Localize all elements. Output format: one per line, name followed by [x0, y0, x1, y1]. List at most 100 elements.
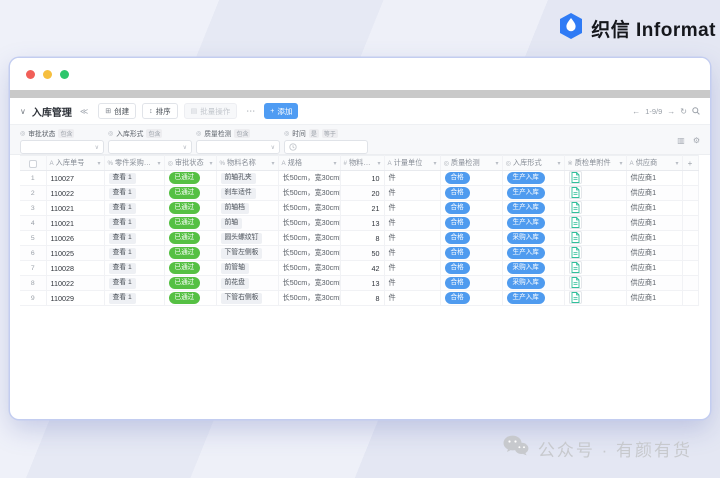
supplier-cell[interactable]: 供应商1: [626, 231, 682, 246]
row-number[interactable]: 8: [20, 276, 46, 291]
column-header-0[interactable]: A 入库单号 ▾: [46, 156, 104, 171]
attachment-file-icon[interactable]: [569, 276, 582, 289]
column-menu-icon[interactable]: ▾: [675, 160, 678, 167]
material-tag[interactable]: 前管轴: [221, 263, 249, 274]
order-number-cell[interactable]: 110021: [46, 201, 104, 216]
more-actions-button[interactable]: ⋯: [243, 106, 258, 117]
material-tag[interactable]: 前轴孔夹: [221, 173, 256, 184]
spec-cell[interactable]: 长50cm，宽30cm的SY1: [278, 276, 340, 291]
spec-cell[interactable]: 长50cm，宽30cm的SY1: [278, 246, 340, 261]
filter-date-input[interactable]: [284, 140, 368, 154]
batch-actions-button[interactable]: ▤ 批量操作: [184, 103, 238, 119]
row-number[interactable]: 2: [20, 186, 46, 201]
quantity-cell[interactable]: 13: [340, 276, 384, 291]
row-number[interactable]: 4: [20, 216, 46, 231]
view-plan-button[interactable]: 查看 1: [109, 278, 136, 289]
column-header-9[interactable]: ※ 质检单附件 ▾: [564, 156, 626, 171]
row-number[interactable]: 1: [20, 171, 46, 186]
column-header-4[interactable]: A 规格 ▾: [278, 156, 340, 171]
filter-select[interactable]: ∨: [20, 140, 104, 154]
close-window-button[interactable]: [26, 70, 35, 79]
column-header-6[interactable]: A 计量单位 ▾: [384, 156, 440, 171]
attachment-file-icon[interactable]: [569, 201, 582, 214]
unit-cell[interactable]: 件: [384, 201, 440, 216]
order-number-cell[interactable]: 110021: [46, 216, 104, 231]
filter-select[interactable]: ∨: [196, 140, 280, 154]
column-config-icon[interactable]: ▥: [677, 137, 685, 145]
spec-cell[interactable]: 长50cm，宽30cm的SY1: [278, 291, 340, 306]
row-number[interactable]: 7: [20, 261, 46, 276]
collapse-chevron-icon[interactable]: ∨: [20, 107, 26, 116]
material-tag[interactable]: 前花盘: [221, 278, 249, 289]
view-plan-button[interactable]: 查看 1: [109, 263, 136, 274]
column-header-1[interactable]: % 零件采购计划 ▾: [104, 156, 164, 171]
material-tag[interactable]: 下管右侧板: [221, 293, 263, 304]
row-number[interactable]: 3: [20, 201, 46, 216]
spec-cell[interactable]: 长50cm，宽30cm的SY1: [278, 216, 340, 231]
spec-cell[interactable]: 长50cm，宽30cm的SY1: [278, 231, 340, 246]
spec-cell[interactable]: 长50cm，宽30cm的SY1: [278, 186, 340, 201]
order-number-cell[interactable]: 110028: [46, 261, 104, 276]
quantity-cell[interactable]: 42: [340, 261, 384, 276]
order-number-cell[interactable]: 110025: [46, 246, 104, 261]
view-plan-button[interactable]: 查看 1: [109, 233, 136, 244]
view-plan-button[interactable]: 查看 1: [109, 248, 136, 259]
gear-icon[interactable]: ⚙: [693, 137, 700, 145]
filter-operator[interactable]: 包含: [146, 129, 162, 138]
quantity-cell[interactable]: 21: [340, 201, 384, 216]
select-all-checkbox[interactable]: [29, 160, 37, 168]
attachment-file-icon[interactable]: [569, 186, 582, 199]
create-button[interactable]: ⊞ 创建: [98, 103, 136, 119]
unit-cell[interactable]: 件: [384, 261, 440, 276]
column-menu-icon[interactable]: ▾: [209, 160, 212, 167]
column-header-3[interactable]: % 物料名称 ▾: [216, 156, 278, 171]
search-icon[interactable]: [692, 107, 700, 115]
column-header-8[interactable]: ◎ 入库形式 ▾: [502, 156, 564, 171]
order-number-cell[interactable]: 110027: [46, 171, 104, 186]
attachment-file-icon[interactable]: [569, 261, 582, 274]
material-tag[interactable]: 前轴档: [221, 203, 249, 214]
attachment-file-icon[interactable]: [569, 171, 582, 184]
quantity-cell[interactable]: 10: [340, 171, 384, 186]
material-tag[interactable]: 刹车适件: [221, 188, 256, 199]
attachment-file-icon[interactable]: [569, 216, 582, 229]
prev-page-button[interactable]: ←: [632, 107, 640, 116]
supplier-cell[interactable]: 供应商1: [626, 171, 682, 186]
spec-cell[interactable]: 长50cm，宽30cm的SY1: [278, 171, 340, 186]
view-plan-button[interactable]: 查看 1: [109, 218, 136, 229]
filter-operator[interactable]: 是: [309, 129, 319, 138]
filter-operator[interactable]: 包含: [58, 129, 74, 138]
quantity-cell[interactable]: 8: [340, 291, 384, 306]
column-menu-icon[interactable]: ▾: [433, 160, 436, 167]
quantity-cell[interactable]: 50: [340, 246, 384, 261]
filter-operator[interactable]: 等于: [322, 129, 338, 138]
column-menu-icon[interactable]: ▾: [619, 160, 622, 167]
attachment-file-icon[interactable]: [569, 291, 582, 304]
supplier-cell[interactable]: 供应商1: [626, 186, 682, 201]
row-number[interactable]: 5: [20, 231, 46, 246]
supplier-cell[interactable]: 供应商1: [626, 216, 682, 231]
supplier-cell[interactable]: 供应商1: [626, 276, 682, 291]
add-column-button[interactable]: +: [682, 156, 698, 171]
column-menu-icon[interactable]: ▾: [157, 160, 160, 167]
unit-cell[interactable]: 件: [384, 186, 440, 201]
view-plan-button[interactable]: 查看 1: [109, 188, 136, 199]
supplier-cell[interactable]: 供应商1: [626, 261, 682, 276]
filter-select[interactable]: ∨: [108, 140, 192, 154]
material-tag[interactable]: 前轴: [221, 218, 243, 229]
column-header-10[interactable]: A 供应商 ▾: [626, 156, 682, 171]
column-menu-icon[interactable]: ▾: [271, 160, 274, 167]
filter-operator[interactable]: 包含: [234, 129, 250, 138]
unit-cell[interactable]: 件: [384, 246, 440, 261]
row-number[interactable]: 9: [20, 291, 46, 306]
maximize-window-button[interactable]: [60, 70, 69, 79]
spec-cell[interactable]: 长50cm，宽30cm的SY1: [278, 261, 340, 276]
order-number-cell[interactable]: 110022: [46, 186, 104, 201]
material-tag[interactable]: 下管左侧板: [221, 248, 263, 259]
next-page-button[interactable]: →: [667, 107, 675, 116]
add-record-button[interactable]: + 添加: [264, 103, 298, 119]
column-header-7[interactable]: ◎ 质量检测 ▾: [440, 156, 502, 171]
sort-button[interactable]: ↕ 排序: [142, 103, 178, 119]
supplier-cell[interactable]: 供应商1: [626, 246, 682, 261]
order-number-cell[interactable]: 110029: [46, 291, 104, 306]
